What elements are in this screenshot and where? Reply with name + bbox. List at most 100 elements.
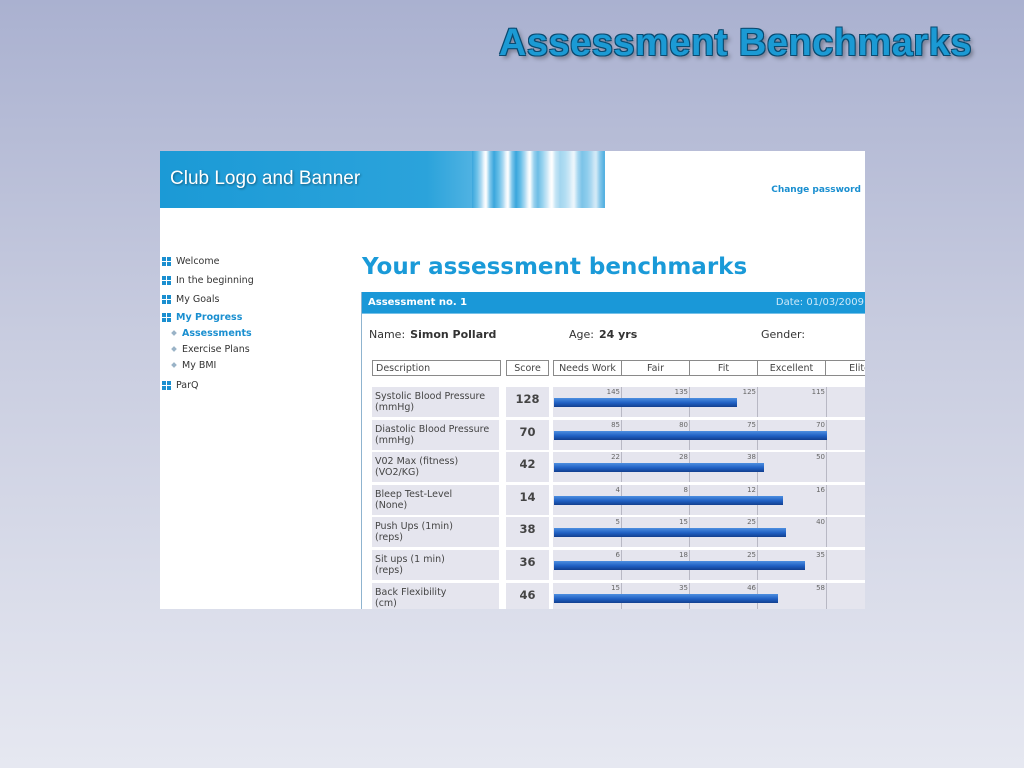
header-underline-accent [648,311,865,313]
tick-label: 4 [615,485,620,494]
assessment-header-bar: Assessment no. 1 Date: 01/03/2009 [362,292,865,313]
gridline [826,517,827,548]
gridline [757,387,758,417]
tick-label: 80 [679,420,688,429]
col-header-fit: Fit [689,360,758,376]
tick-label: 6 [615,551,620,559]
tick-label: 70 [816,420,825,429]
row-description-unit: (mmHg) [375,434,415,446]
banner-fade [520,151,605,208]
row-benchmark-chart: 22 28 38 50 [553,452,865,483]
grid-icon [162,257,171,266]
row-description-line1: V02 Max (fitness) [375,456,459,468]
tick-label: 15 [611,583,620,592]
row-benchmark-chart: 15 35 46 58 [553,582,865,609]
row-benchmark-chart: 5 15 25 40 [553,517,865,548]
tick-label: 50 [816,453,825,462]
gridline [826,452,827,483]
tick-label: 18 [679,551,688,559]
tick-label: 25 [747,518,756,527]
gender-field: Gender: [761,328,805,341]
sidebar-item-welcome[interactable]: Welcome [160,252,350,271]
sidebar-item-my-goals[interactable]: My Goals [160,290,350,309]
age-label: Age: [569,328,594,341]
tick-label: 38 [747,453,756,462]
sidebar-item-in-the-beginning[interactable]: In the beginning [160,271,350,290]
tick-label: 25 [747,551,756,559]
age-value: 24 yrs [598,328,638,341]
tick-label: 75 [747,420,756,429]
sidebar-item-label: ParQ [176,380,199,391]
row-description-line1: Push Ups (1min) [375,521,453,533]
row-description: V02 Max (fitness) (VO2/KG) [372,452,500,483]
sidebar-subitem-my-bmi[interactable]: My BMI [160,357,350,373]
name-field: Name: Simon Pollard [369,328,496,341]
grid-icon [162,381,171,390]
tick-label: 135 [674,388,688,396]
tick-label: 12 [747,485,756,494]
row-benchmark-chart: 6 18 25 35 [553,550,865,580]
tick-label: 40 [816,518,825,527]
row-description-line1: Back Flexibility [375,586,447,598]
row-description: Push Ups (1min) (reps) [372,517,500,548]
header-underline [362,313,865,314]
app-screenshot: Club Logo and Banner Change password Wel… [160,151,865,609]
row-benchmark-chart: 145 135 125 115 [553,387,865,417]
row-score: 38 [506,517,549,548]
grid-icon [162,295,171,304]
row-benchmark-chart: 85 80 75 70 [553,419,865,450]
row-score: 46 [506,582,549,609]
name-value: Simon Pollard [410,328,497,341]
sidebar-subitem-assessments[interactable]: Assessments [160,325,350,341]
grid-icon [162,276,171,285]
row-description: Bleep Test-Level (None) [372,484,500,515]
col-header-elite: Elite [825,360,865,376]
page-title: Your assessment benchmarks [362,254,748,280]
assessment-number: Assessment no. 1 [368,297,468,308]
tick-label: 28 [679,453,688,462]
tick-label: 5 [615,518,620,527]
col-header-excellent: Excellent [757,360,826,376]
tick-label: 15 [679,518,688,527]
club-banner: Club Logo and Banner [160,151,605,208]
bullet-diamond-icon [171,346,177,352]
row-description-line1: Systolic Blood Pressure [375,391,486,402]
banner-text: Club Logo and Banner [170,168,361,189]
row-description: Systolic Blood Pressure (mmHg) [372,387,500,417]
gridline [826,582,827,609]
row-description-line1: Diastolic Blood Pressure [375,423,490,435]
tick-label: 58 [816,583,825,592]
tick-label: 22 [611,453,620,462]
row-score: 128 [506,387,549,417]
grid-icon [162,312,171,322]
sidebar-item-label: My Progress [176,311,243,323]
benchmark-bar [554,561,805,570]
sidebar-subitem-label: My BMI [182,359,217,371]
gender-label: Gender: [761,328,806,341]
row-description: Sit ups (1 min) (reps) [372,550,500,580]
tick-label: 115 [811,388,825,396]
benchmark-bar [554,528,786,538]
row-description-unit: (mmHg) [375,402,415,413]
bullet-diamond-icon [171,330,177,336]
row-description-unit: (reps) [375,565,403,576]
col-header-score: Score [506,360,549,376]
benchmark-bar [554,398,737,407]
row-description-unit: (None) [375,499,408,511]
change-password-link[interactable]: Change password [771,185,861,195]
gridline [826,387,827,417]
row-score: 42 [506,452,549,483]
row-score: 70 [506,419,549,450]
sidebar-subitem-label: Exercise Plans [182,343,250,355]
benchmark-bar [554,593,778,603]
sidebar-nav: Welcome In the beginning My Goals My Pro… [160,252,350,395]
tick-label: 46 [747,583,756,592]
sidebar-subitem-exercise-plans[interactable]: Exercise Plans [160,341,350,357]
sidebar-item-my-progress[interactable]: My Progress [160,309,350,325]
row-description: Back Flexibility (cm) [372,582,500,609]
name-label: Name: [369,328,406,341]
sidebar-item-parq[interactable]: ParQ [160,376,350,395]
sidebar-item-label: My Goals [176,294,220,305]
sidebar-item-label: Welcome [176,256,220,267]
content-divider [361,292,362,609]
